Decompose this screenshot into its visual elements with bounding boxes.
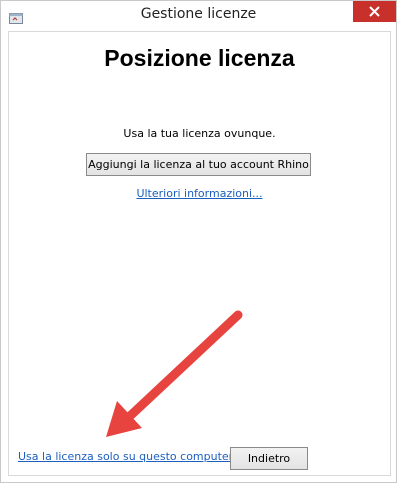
page-title: Posizione licenza [104,45,295,71]
close-button[interactable] [353,1,396,22]
close-icon [369,6,380,17]
add-license-button[interactable]: Aggiungi la licenza al tuo account Rhino [86,153,311,176]
dialog-content: Posizione licenza Usa la tua licenza ovu… [8,31,391,476]
window-title: Gestione licenze [140,6,257,22]
local-license-link[interactable]: Usa la licenza solo su questo computer [18,450,233,463]
license-description: Usa la tua licenza ovunque. [123,127,276,140]
license-manager-window: Gestione licenze Posizione licenza Usa l… [0,0,397,483]
back-button[interactable]: Indietro [230,447,308,470]
more-info-link-text[interactable]: Ulteriori informazioni... [136,187,262,200]
more-info-link: Ulteriori informazioni... [9,187,390,200]
title-bar[interactable]: Gestione licenze [1,1,396,31]
